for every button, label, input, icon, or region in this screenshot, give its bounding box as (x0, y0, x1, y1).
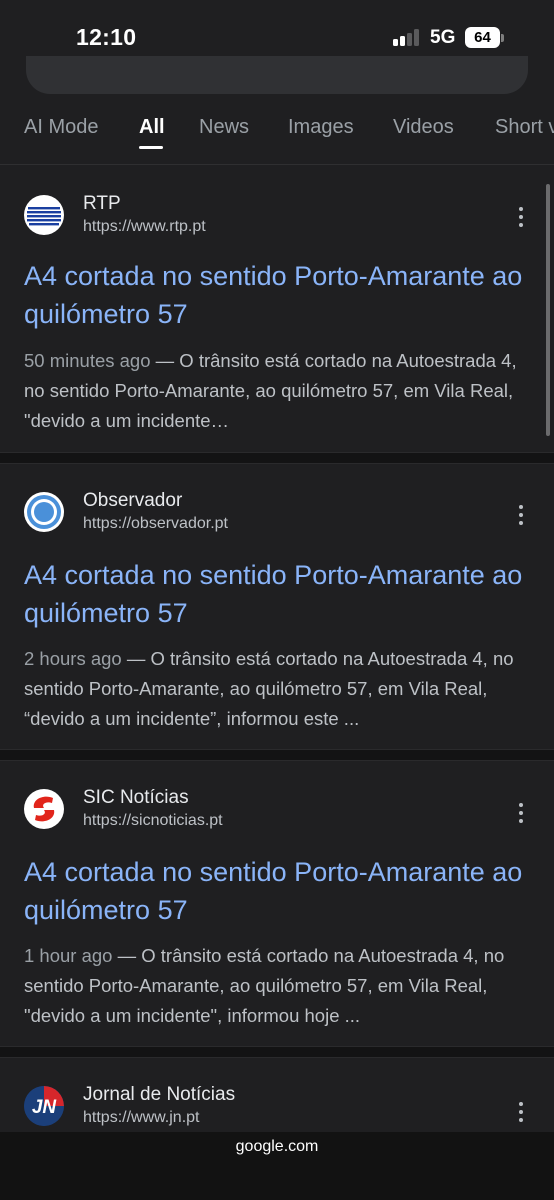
signal-icon (393, 28, 423, 46)
result-title[interactable]: A4 cortada no sentido Porto-Amarante ao … (24, 257, 524, 333)
result-snippet: 1 hour ago — O trânsito está cortado na … (24, 945, 505, 1026)
address-domain[interactable]: google.com (0, 1138, 554, 1156)
result-url[interactable]: https://sicnoticias.pt (83, 812, 223, 830)
tab-ai-mode[interactable]: AI Mode (24, 116, 98, 139)
rtp-logo-icon (24, 195, 64, 235)
result-divider (0, 749, 554, 761)
search-tabs: AI Mode All News Images Videos Short vid… (0, 96, 554, 165)
result-url[interactable]: https://www.jn.pt (83, 1109, 200, 1127)
result-url[interactable]: https://www.rtp.pt (83, 218, 206, 236)
sic-noticias-logo-icon (24, 789, 64, 829)
result-snippet: 2 hours ago — O trânsito está cortado na… (24, 648, 514, 729)
tab-news[interactable]: News (199, 116, 249, 139)
result-date: 2 hours ago (24, 648, 122, 669)
screen: 12:10 5G 64 AI Mode All News Images Vide… (0, 0, 554, 1200)
active-tab-indicator (139, 146, 163, 149)
battery-icon: 64 (465, 27, 500, 48)
tab-videos[interactable]: Videos (393, 116, 454, 139)
jn-logo-icon: JN (24, 1086, 64, 1126)
more-options-icon[interactable] (511, 1102, 531, 1126)
more-options-icon[interactable] (511, 803, 531, 827)
result-date: 1 hour ago (24, 945, 113, 966)
result-snippet: 50 minutes ago — O trânsito está cortado… (24, 350, 517, 431)
result-title[interactable]: A4 cortada no sentido Porto-Amarante ao … (24, 853, 524, 929)
tab-all[interactable]: All (139, 116, 165, 139)
result-divider (0, 1046, 554, 1058)
result-site-name[interactable]: SIC Notícias (83, 787, 189, 809)
result-site-name[interactable]: Observador (83, 490, 182, 512)
svg-text:JN: JN (32, 1097, 58, 1118)
network-type: 5G (430, 27, 456, 48)
search-result: RTP https://www.rtp.pt A4 cortada no sen… (0, 165, 554, 455)
more-options-icon[interactable] (511, 207, 531, 231)
result-url[interactable]: https://observador.pt (83, 515, 228, 533)
search-bar[interactable] (26, 56, 528, 94)
observador-logo-icon (24, 492, 64, 532)
status-time: 12:10 (76, 24, 137, 50)
battery-tip (501, 34, 504, 42)
result-date: 50 minutes ago (24, 350, 151, 371)
scrollbar[interactable] (546, 184, 550, 436)
result-site-name[interactable]: RTP (83, 193, 121, 215)
browser-bottom-bar: google.com (0, 1132, 554, 1200)
tab-images[interactable]: Images (288, 116, 354, 139)
more-options-icon[interactable] (511, 505, 531, 529)
search-result: JN Jornal de Notícias https://www.jn.pt (0, 1058, 554, 1132)
result-title[interactable]: A4 cortada no sentido Porto-Amarante ao … (24, 556, 524, 632)
result-divider (0, 452, 554, 464)
search-result: Observador https://observador.pt A4 cort… (0, 464, 554, 748)
result-site-name[interactable]: Jornal de Notícias (83, 1084, 235, 1106)
search-result: SIC Notícias https://sicnoticias.pt A4 c… (0, 761, 554, 1045)
tab-short-videos[interactable]: Short videos (495, 116, 554, 139)
